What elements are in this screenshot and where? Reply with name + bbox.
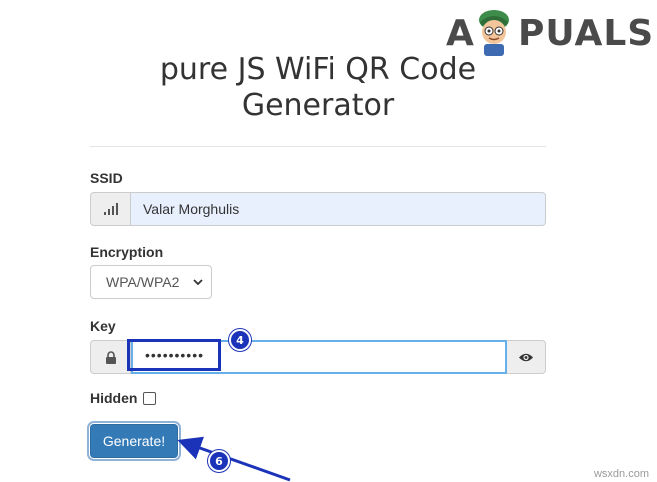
signal-bars-icon <box>103 203 118 215</box>
step-badge-4: 4 <box>229 329 251 351</box>
title-divider <box>90 146 546 147</box>
encryption-select[interactable]: WPA/WPA2 <box>90 265 212 299</box>
logo-text-a: A <box>446 13 475 54</box>
lock-icon <box>105 350 116 364</box>
key-label: Key <box>90 318 116 334</box>
hidden-checkbox[interactable] <box>143 391 157 405</box>
encryption-label: Encryption <box>90 244 164 260</box>
watermark: wsxdn.com <box>593 468 649 480</box>
page-title: pure JS WiFi QR Code Generator <box>90 52 546 124</box>
logo-text-puals: PUALS <box>518 13 655 54</box>
ssid-input[interactable]: Valar Morghulis <box>131 192 546 226</box>
encryption-selected-value: WPA/WPA2 <box>106 274 180 290</box>
key-addon <box>90 340 131 374</box>
page-title-line1: pure JS WiFi QR Code <box>159 52 477 87</box>
generate-button[interactable]: Generate! <box>90 424 178 458</box>
show-password-button[interactable] <box>507 340 546 374</box>
eye-icon <box>519 353 533 361</box>
hidden-row: Hidden <box>90 390 157 406</box>
ssid-input-group: Valar Morghulis <box>90 192 546 226</box>
hidden-label: Hidden <box>90 390 138 406</box>
mascot-icon <box>479 10 509 56</box>
page: A PUALS pure JS WiFi QR Code Generator S… <box>0 0 657 482</box>
page-title-line2: Generator <box>241 88 395 123</box>
step-badge-6: 6 <box>208 450 230 472</box>
key-highlight-box <box>127 339 221 371</box>
appuals-logo: A PUALS <box>446 4 655 56</box>
ssid-addon <box>90 192 131 226</box>
ssid-label: SSID <box>90 170 123 186</box>
chevron-down-icon <box>193 279 203 286</box>
